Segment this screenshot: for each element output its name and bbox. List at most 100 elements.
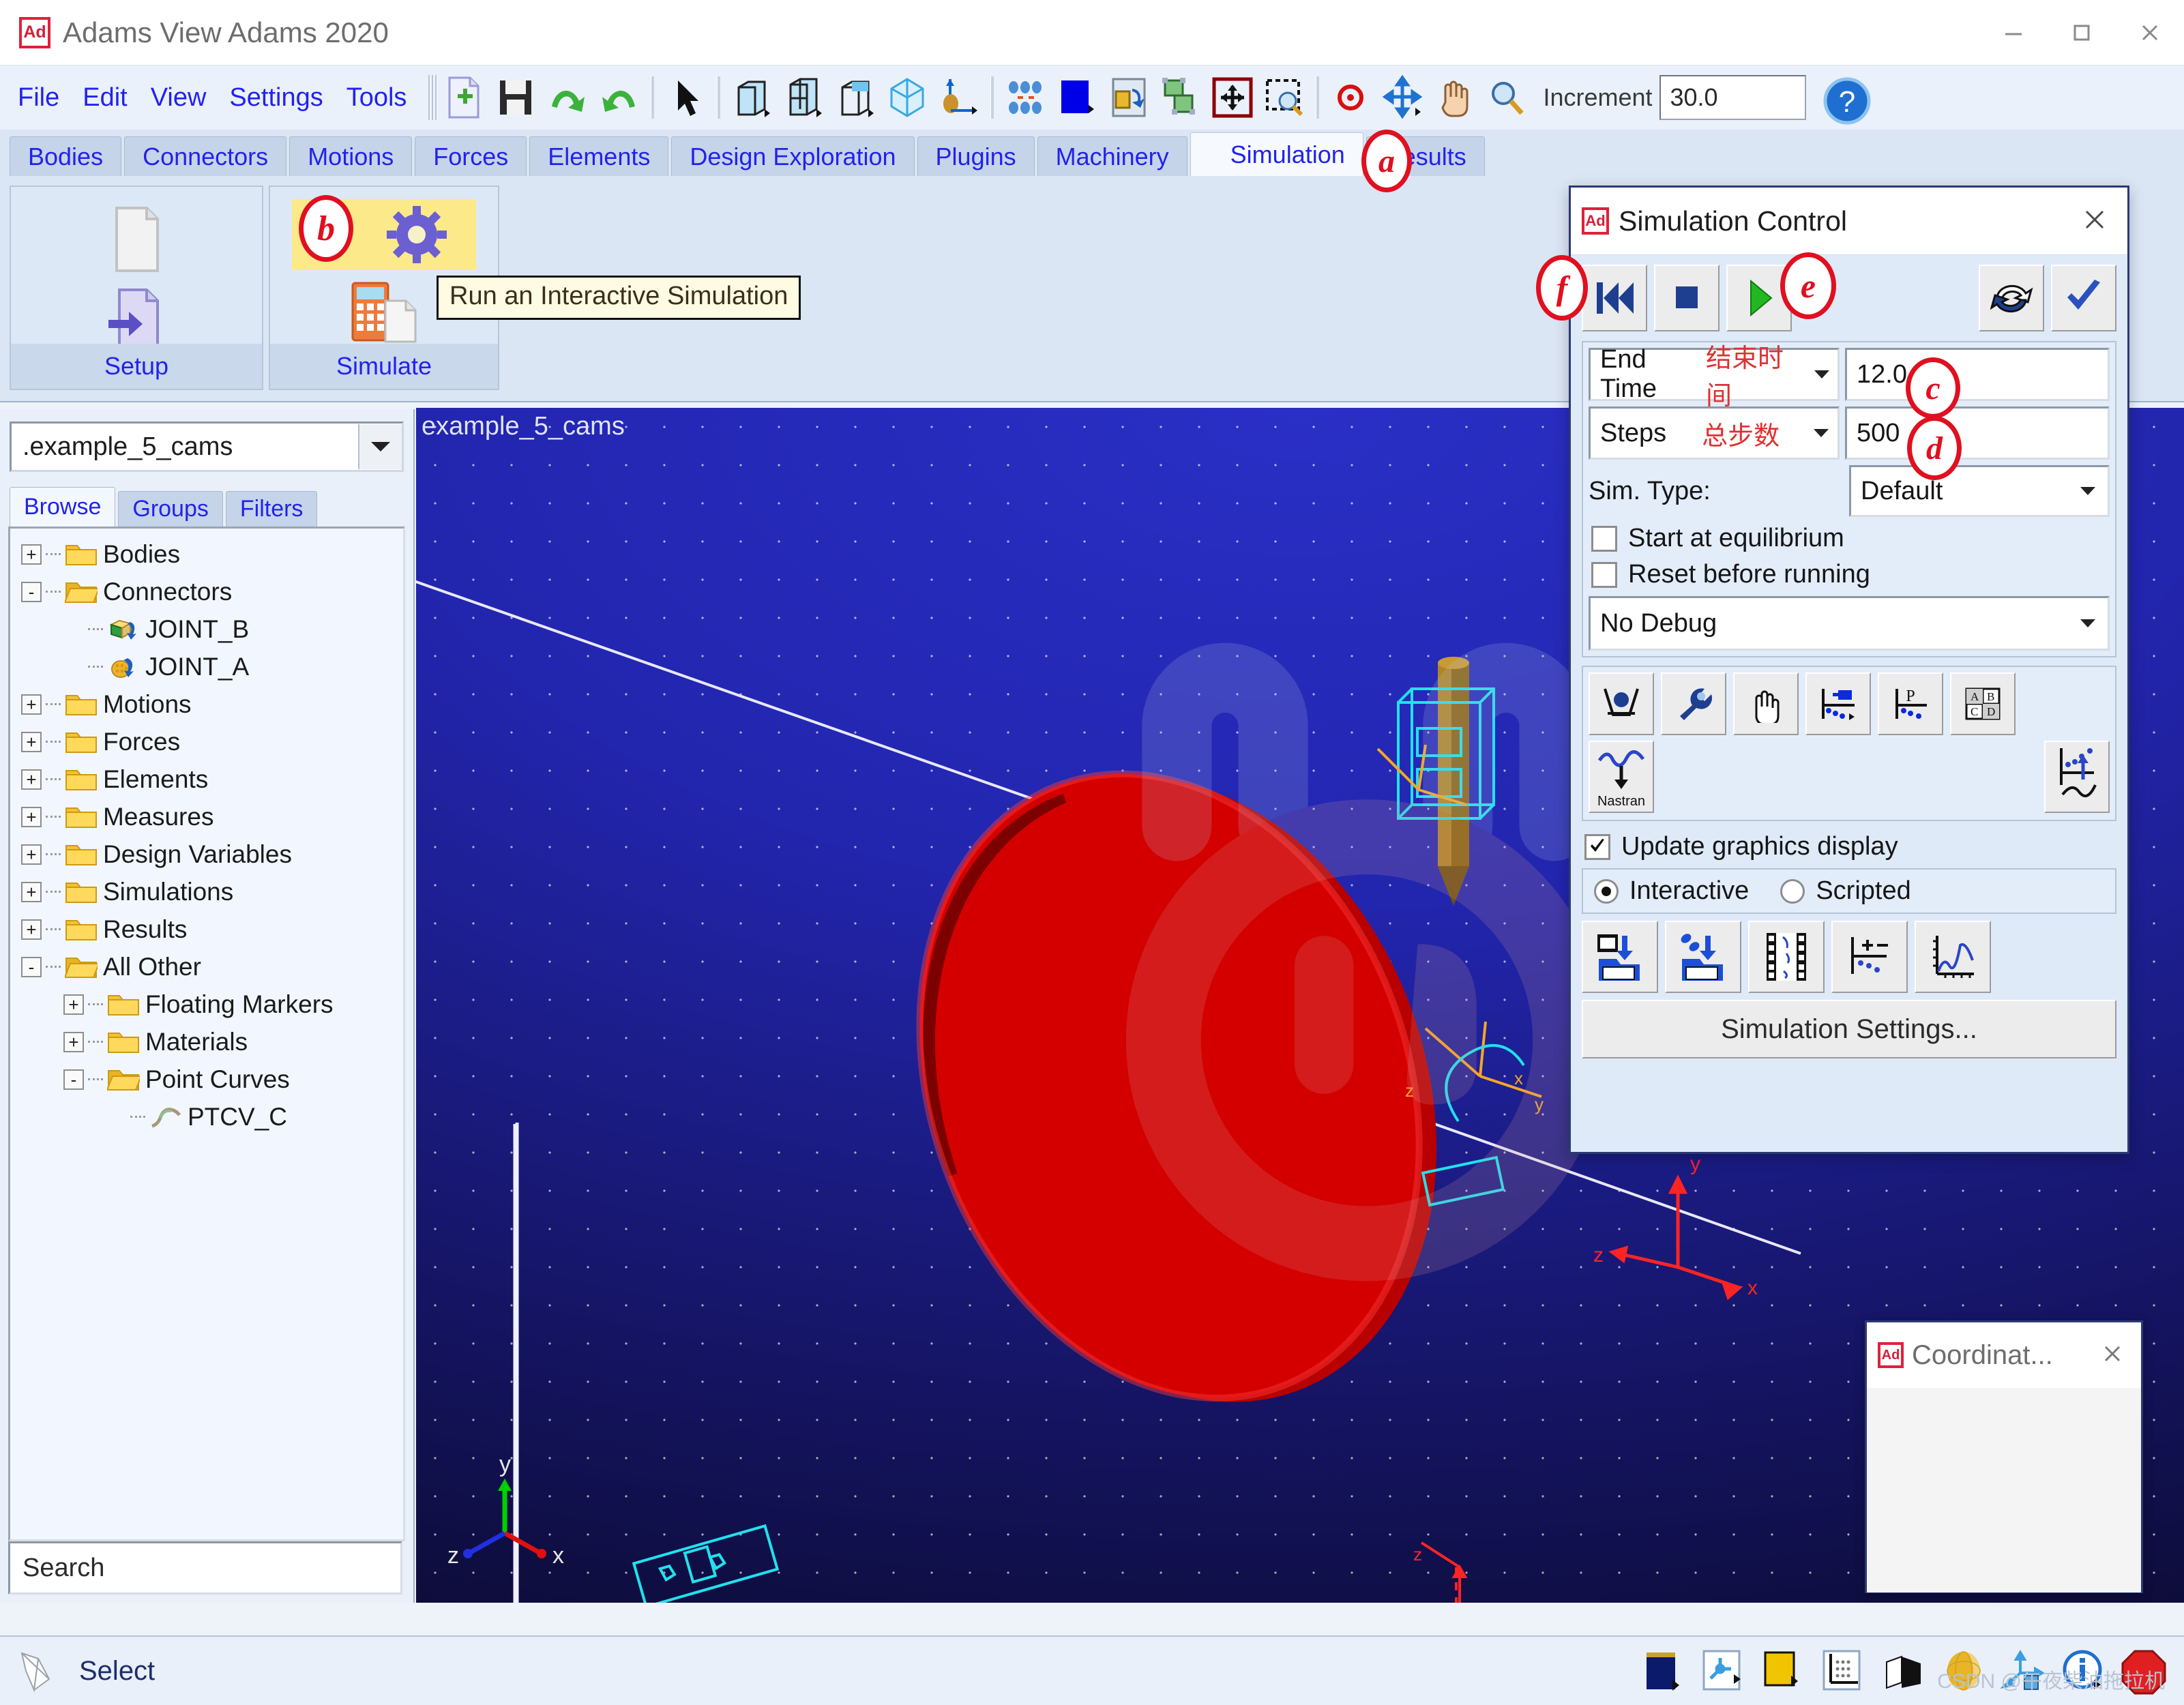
tab-simulation[interactable]: Simulation [1190, 132, 1363, 176]
undo-icon[interactable] [546, 75, 589, 120]
steps-label-combo[interactable]: Steps 总步数 [1589, 406, 1840, 460]
tree-item-simulations[interactable]: +Simulations [10, 873, 403, 910]
model-tree[interactable]: +Bodies-ConnectorsJOINT_BJOINT_A+Motions… [8, 527, 405, 1541]
tree-item-elements[interactable]: +Elements [10, 760, 403, 798]
equilibrium-icon[interactable] [1589, 672, 1654, 735]
tree-toggle-icon[interactable]: - [63, 1069, 84, 1090]
start-at-equilibrium-row[interactable]: Start at equilibrium [1591, 524, 2110, 553]
tab-design-exploration[interactable]: Design Exploration [671, 136, 914, 176]
view-rotate-icon[interactable] [1108, 75, 1150, 120]
tab-bodies[interactable]: Bodies [10, 136, 121, 176]
grid-icon[interactable] [1004, 75, 1046, 120]
plot-icon[interactable] [1915, 921, 1991, 993]
select-arrow-icon[interactable] [664, 75, 707, 120]
box-solid-icon[interactable] [731, 75, 773, 120]
precision-icon[interactable]: P [1878, 672, 1943, 735]
tab-motions[interactable]: Motions [289, 136, 412, 176]
tree-item-motions[interactable]: +Motions [10, 685, 403, 723]
joint-tools-icon[interactable] [1697, 1644, 1750, 1697]
tree-toggle-icon[interactable]: + [21, 544, 42, 565]
reset-before-running-checkbox[interactable] [1591, 562, 1617, 588]
tree-toggle-icon[interactable]: + [21, 769, 42, 790]
color-swatch-icon[interactable] [1757, 1644, 1810, 1697]
tree-item-forces[interactable]: +Forces [10, 723, 403, 760]
save-icon[interactable] [495, 75, 537, 120]
manual-assembly-icon[interactable] [1733, 672, 1799, 735]
tree-toggle-icon[interactable]: - [21, 957, 42, 977]
tab-plugins[interactable]: Plugins [917, 136, 1035, 176]
main-view-icon[interactable] [1637, 1644, 1690, 1697]
radio-scripted[interactable] [1780, 879, 1805, 904]
minimize-icon[interactable] [1979, 0, 2048, 65]
end-time-input[interactable]: 12.0 [1845, 348, 2110, 401]
render-mode-icon[interactable] [938, 75, 980, 120]
nastran-export-icon[interactable]: Nastran [1589, 741, 1654, 813]
debug-select[interactable]: No Debug [1589, 596, 2110, 651]
maximize-icon[interactable] [2048, 0, 2116, 65]
tree-toggle-icon[interactable]: - [21, 582, 42, 602]
box-shaded-icon[interactable] [834, 75, 876, 120]
reset-before-running-row[interactable]: Reset before running [1591, 560, 2110, 589]
end-time-label-combo[interactable]: End Time 结束时间 [1589, 348, 1840, 401]
tree-item-results[interactable]: +Results [10, 910, 403, 948]
tab-elements[interactable]: Elements [529, 136, 668, 176]
tree-toggle-icon[interactable]: + [21, 694, 42, 715]
fit-view-icon[interactable] [1211, 75, 1254, 120]
plot-results-icon[interactable] [2044, 741, 2110, 813]
search-input[interactable]: Search [8, 1541, 402, 1595]
tree-item-joint-b[interactable]: JOINT_B [10, 610, 403, 648]
tab-groups[interactable]: Groups [118, 491, 223, 527]
menu-item-settings[interactable]: Settings [229, 83, 323, 113]
rewind-to-start-icon[interactable] [1582, 265, 1647, 331]
simulation-settings-button[interactable]: Simulation Settings... [1582, 1000, 2116, 1058]
compute-simulation-icon[interactable] [340, 274, 428, 349]
close-icon[interactable] [2080, 205, 2110, 238]
tree-toggle-icon[interactable]: + [21, 807, 42, 827]
tree-item-materials[interactable]: +Materials [10, 1023, 403, 1061]
animation-film-icon[interactable] [1748, 921, 1825, 993]
tree-item-connectors[interactable]: -Connectors [10, 573, 403, 610]
close-icon[interactable] [2116, 0, 2184, 65]
abcd-matrix-icon[interactable]: ABCD [1950, 672, 2016, 735]
grid-settings-icon[interactable] [1817, 1644, 1870, 1697]
zoom-icon[interactable] [1485, 75, 1527, 120]
background-color-icon[interactable] [1056, 75, 1098, 120]
tree-item-point-curves[interactable]: -Point Curves [10, 1061, 403, 1098]
chevron-down-icon[interactable] [1805, 409, 1838, 458]
render-solid-icon[interactable] [1877, 1644, 1930, 1697]
tab-machinery[interactable]: Machinery [1037, 136, 1187, 176]
sim-type-select[interactable]: Default [1849, 465, 2110, 517]
menu-item-view[interactable]: View [151, 83, 207, 113]
tree-item-bodies[interactable]: +Bodies [10, 535, 403, 573]
tree-item-measures[interactable]: +Measures [10, 798, 403, 835]
menu-item-edit[interactable]: Edit [83, 83, 127, 113]
toolbar-grip[interactable] [428, 75, 438, 120]
reset-simulation-icon[interactable] [1979, 265, 2044, 331]
tree-item-design-variables[interactable]: +Design Variables [10, 835, 403, 873]
tree-item-joint-a[interactable]: JOINT_A [10, 648, 403, 685]
tree-item-all-other[interactable]: -All Other [10, 948, 403, 985]
rotate-icon[interactable] [1381, 75, 1423, 120]
accept-simulation-icon[interactable] [2051, 265, 2116, 331]
tree-item-ptcv-c[interactable]: PTCV_C [10, 1098, 403, 1136]
new-simulation-script-icon[interactable] [92, 202, 181, 277]
chevron-down-icon[interactable] [1806, 350, 1838, 399]
chevron-down-icon[interactable] [2068, 617, 2108, 629]
tab-filters[interactable]: Filters [226, 491, 318, 527]
box-wire-icon[interactable] [782, 75, 825, 120]
set-initial-conditions-icon[interactable] [1805, 672, 1871, 735]
update-graphics-checkbox[interactable] [1584, 834, 1610, 860]
chevron-down-icon[interactable] [358, 424, 402, 469]
tab-connectors[interactable]: Connectors [124, 136, 286, 176]
radio-interactive[interactable] [1594, 879, 1619, 904]
tree-toggle-icon[interactable]: + [21, 844, 42, 865]
help-icon[interactable]: ? [1821, 75, 1863, 120]
tree-toggle-icon[interactable]: + [21, 882, 42, 902]
zoom-box-icon[interactable] [1263, 75, 1305, 120]
chevron-down-icon[interactable] [2068, 467, 2108, 515]
load-animation-icon[interactable] [1665, 921, 1741, 993]
start-at-equilibrium-checkbox[interactable] [1591, 526, 1617, 552]
wrench-settings-icon[interactable] [1661, 672, 1726, 735]
menu-item-tools[interactable]: Tools [346, 83, 407, 113]
increment-input[interactable]: 30.0 [1659, 75, 1806, 120]
